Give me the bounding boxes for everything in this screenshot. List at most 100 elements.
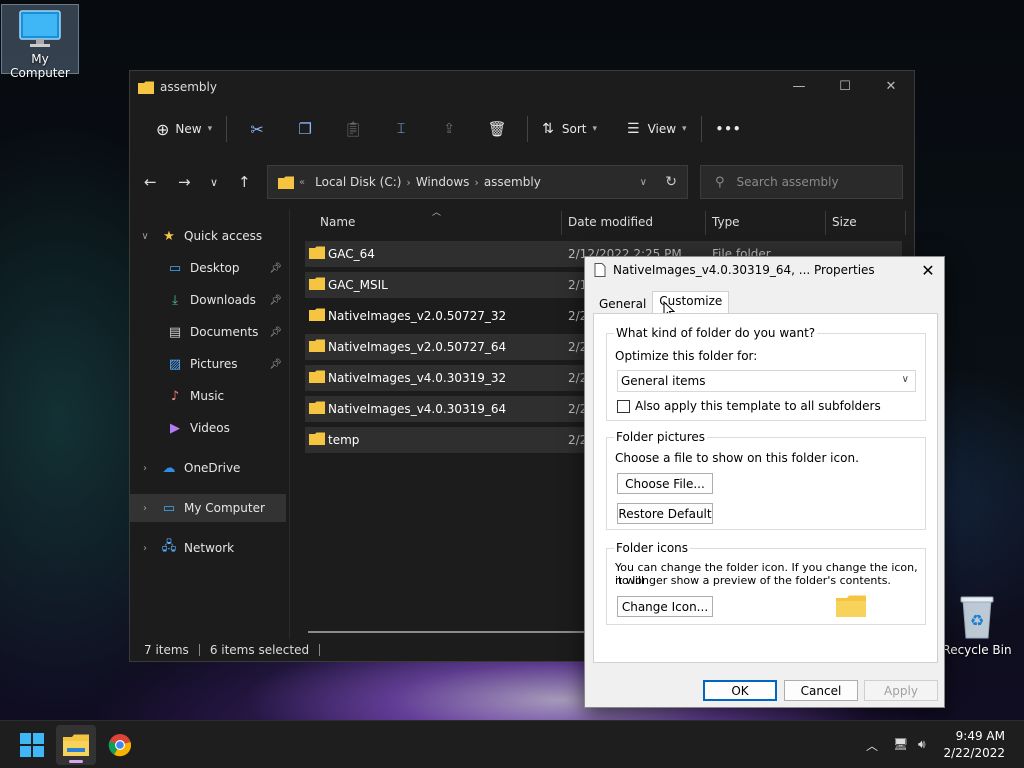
chevron-down-icon: ▾ bbox=[682, 124, 687, 134]
cancel-button[interactable]: Cancel bbox=[784, 680, 858, 701]
file-name: temp bbox=[328, 433, 360, 447]
more-options-button[interactable]: ••• bbox=[708, 113, 750, 145]
properties-dialog: NativeImages_v4.0.30319_64, ... Properti… bbox=[584, 256, 945, 708]
share-button[interactable]: ⇪ bbox=[425, 113, 473, 145]
chevron-right-icon[interactable]: › bbox=[406, 176, 410, 189]
chevron-right-icon[interactable]: › bbox=[138, 463, 152, 474]
sidebar-item-my-computer[interactable]: › ▭ My Computer bbox=[130, 494, 286, 522]
column-header-type[interactable]: Type bbox=[712, 215, 740, 229]
sidebar-item-label: Downloads bbox=[190, 293, 256, 307]
view-button[interactable]: ☰ View ▾ bbox=[619, 113, 695, 145]
close-button[interactable]: ✕ bbox=[868, 71, 914, 101]
ok-button[interactable]: OK bbox=[703, 680, 777, 701]
recent-locations-icon[interactable]: ∨ bbox=[210, 176, 218, 189]
column-header-size[interactable]: Size bbox=[832, 215, 857, 229]
desktop-recycle-bin[interactable]: ♻ Recycle Bin bbox=[938, 594, 1016, 657]
maximize-button[interactable]: ☐ bbox=[822, 71, 868, 101]
column-divider[interactable] bbox=[561, 211, 562, 235]
clock-date: 2/22/2022 bbox=[943, 746, 1005, 760]
breadcrumb-overflow[interactable]: « bbox=[299, 177, 305, 188]
sidebar-item-network[interactable]: › 🖧︎ Network bbox=[130, 534, 286, 562]
sidebar-item-label: Music bbox=[190, 389, 225, 403]
desktop-icon: ▭ bbox=[168, 260, 182, 276]
sidebar-item-label: Videos bbox=[190, 421, 230, 435]
apply-subfolders-checkbox[interactable] bbox=[617, 400, 630, 413]
forward-arrow-icon[interactable]: → bbox=[178, 173, 191, 191]
folder-preview-icon bbox=[836, 595, 866, 617]
chevron-right-icon[interactable]: › bbox=[138, 503, 152, 514]
search-box[interactable]: ⚲ Search assembly bbox=[700, 165, 903, 199]
clock-time: 9:49 AM bbox=[955, 729, 1005, 743]
plus-circle-icon: ⊕ bbox=[156, 119, 170, 139]
restore-default-button[interactable]: Restore Default bbox=[617, 503, 713, 524]
sort-button[interactable]: ⇅ Sort ▾ bbox=[534, 113, 605, 145]
sidebar-item-music[interactable]: ♪ Music bbox=[130, 382, 286, 410]
pin-icon: 📌︎ bbox=[269, 326, 282, 338]
folder-pictures-group: Folder pictures Choose a file to show on… bbox=[606, 430, 926, 530]
navigation-pane: ∨ ★ Quick access ▭ Desktop 📌︎ ⤓ Download… bbox=[130, 211, 290, 641]
breadcrumb-local-disk[interactable]: Local Disk (C:) bbox=[315, 175, 401, 189]
up-arrow-icon[interactable]: ↑ bbox=[238, 173, 251, 191]
chevron-down-icon: ∨ bbox=[901, 374, 909, 385]
back-arrow-icon[interactable]: ← bbox=[144, 173, 157, 191]
chevron-down-icon[interactable]: ∨ bbox=[138, 231, 152, 242]
system-clock[interactable]: 9:49 AM 2/22/2022 bbox=[943, 728, 1005, 762]
desktop-my-computer[interactable]: My Computer bbox=[1, 4, 79, 80]
trash-icon: 🗑︎ bbox=[487, 120, 507, 138]
chevron-right-icon[interactable]: › bbox=[474, 176, 478, 189]
column-header-name[interactable]: Name bbox=[320, 215, 355, 229]
column-divider[interactable] bbox=[705, 211, 706, 235]
sidebar-item-videos[interactable]: ▶ Videos bbox=[130, 414, 286, 442]
copy-button[interactable]: ❐ bbox=[281, 113, 329, 145]
group-title: Folder pictures bbox=[614, 430, 708, 444]
breadcrumb-windows[interactable]: Windows bbox=[416, 175, 470, 189]
folder-icon bbox=[309, 246, 325, 259]
monitor-icon: ▭ bbox=[162, 500, 176, 516]
address-dropdown-icon[interactable]: ∨ bbox=[640, 177, 647, 188]
minimize-button[interactable]: — bbox=[776, 71, 822, 101]
taskbar-file-explorer[interactable] bbox=[56, 725, 96, 765]
search-placeholder: Search assembly bbox=[736, 175, 839, 189]
start-button[interactable] bbox=[12, 725, 52, 765]
optimize-label: Optimize this folder for: bbox=[615, 349, 758, 363]
sidebar-item-onedrive[interactable]: › ☁ OneDrive bbox=[130, 454, 286, 482]
tab-general[interactable]: General bbox=[593, 293, 652, 315]
delete-button[interactable]: 🗑︎ bbox=[473, 113, 521, 145]
folder-icon bbox=[309, 339, 325, 352]
toolbar-divider bbox=[700, 116, 702, 142]
taskbar: ︿ 🖥︎ 🔊︎ 9:49 AM 2/22/2022 bbox=[0, 720, 1024, 768]
new-button[interactable]: ⊕ New ▾ bbox=[148, 113, 220, 145]
paste-button[interactable]: 📋︎ bbox=[329, 113, 377, 145]
refresh-icon[interactable]: ↻ bbox=[665, 174, 677, 190]
desktop-recycle-bin-label: Recycle Bin bbox=[942, 643, 1012, 657]
horizontal-scrollbar[interactable] bbox=[308, 631, 588, 633]
column-divider[interactable] bbox=[825, 211, 826, 235]
optimize-select[interactable]: General items ∨ bbox=[617, 370, 916, 392]
sidebar-item-label: Documents bbox=[190, 325, 259, 339]
sidebar-item-pictures[interactable]: ▨ Pictures 📌︎ bbox=[130, 350, 286, 378]
taskbar-chrome[interactable] bbox=[100, 725, 140, 765]
choose-file-button[interactable]: Choose File... bbox=[617, 473, 713, 494]
pin-icon: 📌︎ bbox=[269, 358, 282, 370]
volume-icon[interactable]: 🔊︎ bbox=[918, 737, 926, 752]
sidebar-item-downloads[interactable]: ⤓ Downloads 📌︎ bbox=[130, 286, 286, 314]
sidebar-item-desktop[interactable]: ▭ Desktop 📌︎ bbox=[130, 254, 286, 282]
column-divider[interactable] bbox=[905, 211, 906, 235]
folder-icons-group: Folder icons You can change the folder i… bbox=[606, 541, 926, 625]
sort-ascending-icon: ︿ bbox=[432, 208, 442, 218]
address-bar[interactable]: « Local Disk (C:) › Windows › assembly ∨… bbox=[267, 165, 688, 199]
rename-button[interactable]: ⌶ bbox=[377, 113, 425, 145]
downloads-icon: ⤓ bbox=[172, 292, 178, 308]
change-icon-button[interactable]: Change Icon... bbox=[617, 596, 713, 617]
apply-button[interactable]: Apply bbox=[864, 680, 938, 701]
chevron-up-icon[interactable]: ︿ bbox=[866, 737, 878, 754]
breadcrumb-assembly[interactable]: assembly bbox=[484, 175, 541, 189]
sidebar-item-documents[interactable]: ▤ Documents 📌︎ bbox=[130, 318, 286, 346]
column-header-date-modified[interactable]: Date modified bbox=[568, 215, 653, 229]
close-icon[interactable]: ✕ bbox=[918, 259, 938, 283]
network-tray-icon[interactable]: 🖥︎ bbox=[893, 737, 908, 751]
command-bar: ⊕ New ▾ ✂ ❐ 📋︎ ⌶ ⇪ 🗑︎ ⇅ Sort ▾ ☰ View ▾ … bbox=[130, 109, 914, 149]
chevron-right-icon[interactable]: › bbox=[138, 543, 152, 554]
cut-button[interactable]: ✂ bbox=[233, 113, 281, 145]
sidebar-item-quick-access[interactable]: ∨ ★ Quick access bbox=[130, 222, 286, 250]
